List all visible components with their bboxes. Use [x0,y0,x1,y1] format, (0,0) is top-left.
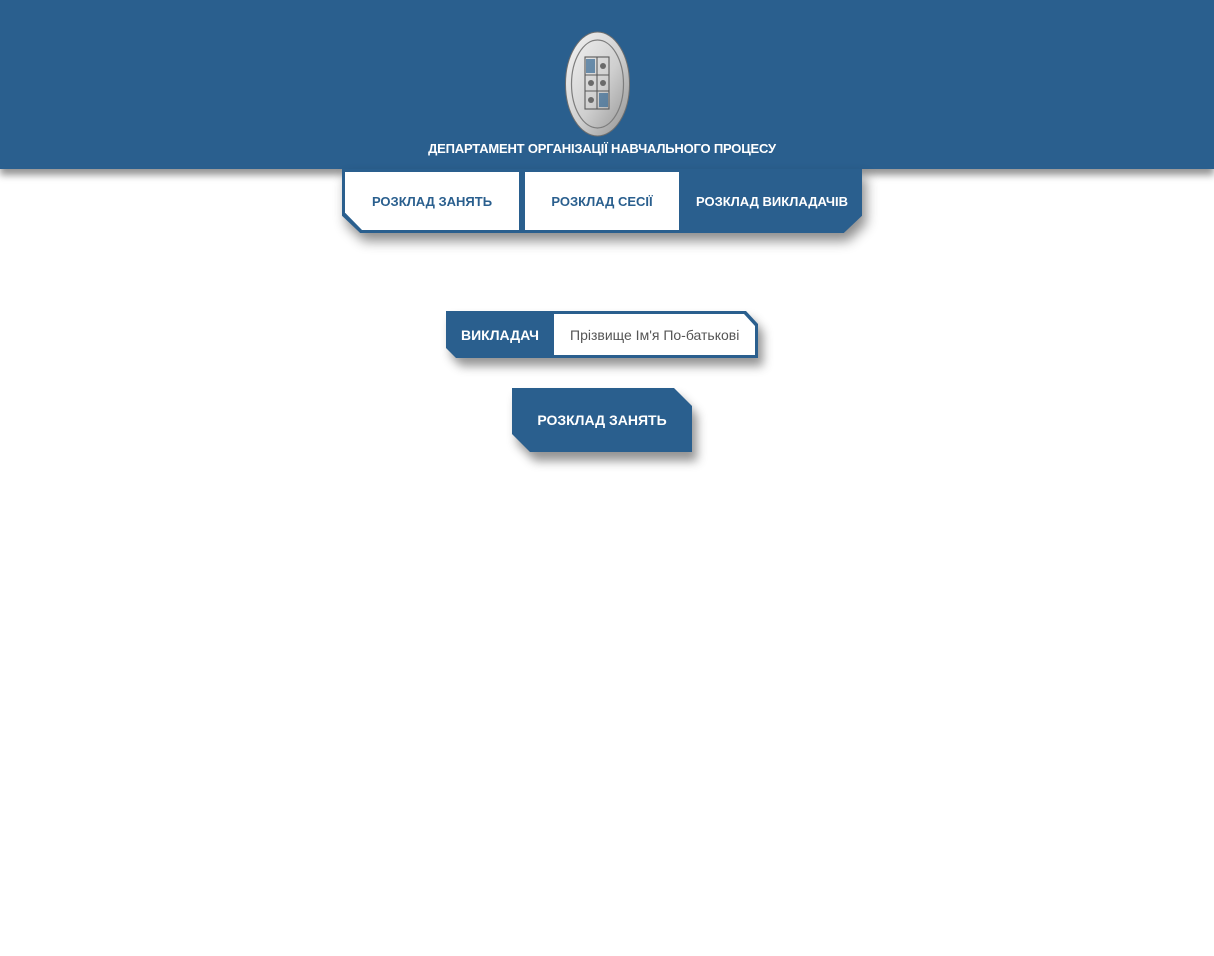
nav-tabs: РОЗКЛАД ЗАНЯТЬ РОЗКЛАД СЕСІЇ РОЗКЛАД ВИК… [342,169,862,233]
department-title: ДЕПАРТАМЕНТ ОРГАНІЗАЦІЇ НАВЧАЛЬНОГО ПРОЦ… [428,141,776,156]
teacher-name-input[interactable] [554,314,755,355]
tab-session-schedule[interactable]: РОЗКЛАД СЕСІЇ [525,172,679,230]
tab-teachers-schedule[interactable]: РОЗКЛАД ВИКЛАДАЧІВ [685,172,859,230]
teacher-search: ВИКЛАДАЧ [446,311,758,358]
show-schedule-button[interactable]: РОЗКЛАД ЗАНЯТЬ [512,388,692,452]
teacher-label: ВИКЛАДАЧ [460,326,540,343]
site-header: ДЕПАРТАМЕНТ ОРГАНІЗАЦІЇ НАВЧАЛЬНОГО ПРОЦ… [0,0,1214,169]
tab-class-schedule[interactable]: РОЗКЛАД ЗАНЯТЬ [345,172,519,230]
schedule-button-wrapper: РОЗКЛАД ЗАНЯТЬ [512,388,692,452]
university-seal-icon [565,31,630,137]
